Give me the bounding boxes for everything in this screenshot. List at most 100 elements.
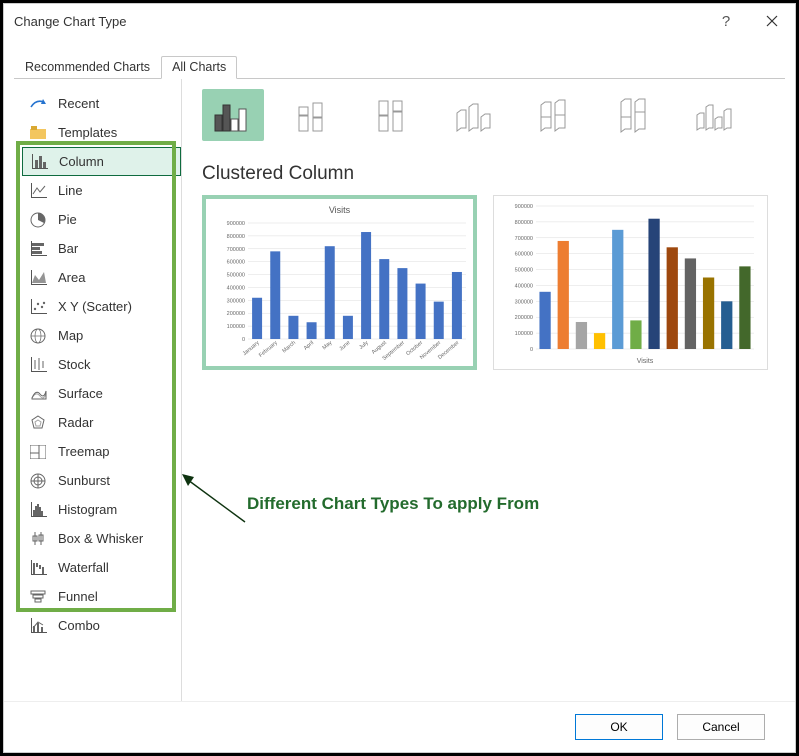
line-icon <box>28 181 48 201</box>
boxwhisker-icon <box>28 529 48 549</box>
svg-text:0: 0 <box>530 347 533 353</box>
waterfall-icon <box>28 558 48 578</box>
combo-icon <box>28 616 48 636</box>
sidebar-item-waterfall[interactable]: Waterfall <box>22 553 181 582</box>
area-icon <box>28 268 48 288</box>
histogram-icon <box>28 500 48 520</box>
sidebar-item-label: Line <box>58 183 83 198</box>
content-area: Different Chart Types To apply From Rece… <box>4 79 795 701</box>
subtype-3d-stacked-column[interactable] <box>522 89 584 141</box>
sidebar-item-label: Map <box>58 328 83 343</box>
pie-icon <box>28 210 48 230</box>
subtype-clustered-column[interactable] <box>202 89 264 141</box>
sidebar-item-recent[interactable]: Recent <box>22 89 181 118</box>
help-button[interactable]: ? <box>703 4 749 38</box>
svg-text:500000: 500000 <box>515 268 533 274</box>
close-button[interactable] <box>749 4 795 38</box>
sidebar-item-label: Pie <box>58 212 77 227</box>
svg-text:April: April <box>303 340 315 352</box>
sidebar-item-label: Box & Whisker <box>58 531 143 546</box>
subtype-100-stacked-column[interactable] <box>362 89 424 141</box>
cancel-button[interactable]: Cancel <box>677 714 765 740</box>
ok-button[interactable]: OK <box>575 714 663 740</box>
sidebar-item-stock[interactable]: Stock <box>22 350 181 379</box>
sidebar-item-label: Recent <box>58 96 99 111</box>
sidebar-item-map[interactable]: Map <box>22 321 181 350</box>
sidebar-item-area[interactable]: Area <box>22 263 181 292</box>
sidebar-item-label: Bar <box>58 241 78 256</box>
templates-icon <box>28 123 48 143</box>
svg-text:300000: 300000 <box>227 298 245 304</box>
subtype-thumbs <box>202 89 775 141</box>
sidebar-item-label: Funnel <box>58 589 98 604</box>
sidebar-item-sunburst[interactable]: Sunburst <box>22 466 181 495</box>
svg-text:700000: 700000 <box>227 247 245 253</box>
svg-text:0: 0 <box>242 337 245 343</box>
footer: OK Cancel <box>4 701 795 752</box>
preview1-title: Visits <box>212 205 467 215</box>
sidebar-item-bar[interactable]: Bar <box>22 234 181 263</box>
subtype-3d-column[interactable] <box>682 89 744 141</box>
sidebar-item-label: X Y (Scatter) <box>58 299 132 314</box>
close-icon <box>766 15 778 27</box>
sidebar-item-radar[interactable]: Radar <box>22 408 181 437</box>
chart-types-sidebar: Recent Templates Column Line Pie Bar Are… <box>4 79 182 701</box>
svg-text:200000: 200000 <box>515 315 533 321</box>
sidebar-item-histogram[interactable]: Histogram <box>22 495 181 524</box>
sidebar-item-label: Sunburst <box>58 473 110 488</box>
subtype-3d-100-stacked-column[interactable] <box>602 89 664 141</box>
preview-row: Visits 0 100000 200000 300000 400000 500000 60… <box>202 195 775 370</box>
svg-text:800000: 800000 <box>227 234 245 240</box>
column-icon <box>29 152 49 172</box>
sidebar-item-templates[interactable]: Templates <box>22 118 181 147</box>
sidebar-item-surface[interactable]: Surface <box>22 379 181 408</box>
sidebar-item-label: Combo <box>58 618 100 633</box>
surface-icon <box>28 384 48 404</box>
svg-text:900000: 900000 <box>227 221 245 227</box>
sidebar-item-treemap[interactable]: Treemap <box>22 437 181 466</box>
sidebar-item-line[interactable]: Line <box>22 176 181 205</box>
svg-text:100000: 100000 <box>515 331 533 337</box>
sidebar-item-label: Treemap <box>58 444 110 459</box>
sidebar-item-pie[interactable]: Pie <box>22 205 181 234</box>
svg-text:February: February <box>258 340 279 359</box>
svg-text:400000: 400000 <box>515 283 533 289</box>
preview2-chart-icon: 0100000200000300000400000500000600000700… <box>500 202 758 367</box>
sidebar-item-scatter[interactable]: X Y (Scatter) <box>22 292 181 321</box>
subtype-3d-clustered-column[interactable] <box>442 89 504 141</box>
main-panel: Clustered Column Visits 0100000200000300… <box>182 79 795 701</box>
map-icon <box>28 326 48 346</box>
sidebar-item-funnel[interactable]: Funnel <box>22 582 181 611</box>
svg-text:600000: 600000 <box>515 252 533 258</box>
tab-strip: Recommended Charts All Charts <box>14 56 785 79</box>
sidebar-item-label: Area <box>58 270 85 285</box>
svg-text:Visits: Visits <box>637 358 654 365</box>
funnel-icon <box>28 587 48 607</box>
sidebar-item-label: Surface <box>58 386 103 401</box>
bar-icon <box>28 239 48 259</box>
sidebar-item-label: Templates <box>58 125 117 140</box>
tab-all-charts[interactable]: All Charts <box>161 56 237 79</box>
change-chart-type-dialog: Change Chart Type ? Recommended Charts A… <box>3 3 796 753</box>
sidebar-item-column[interactable]: Column <box>22 147 181 176</box>
preview-chart-2[interactable]: 0100000200000300000400000500000600000700… <box>493 195 768 370</box>
preview-chart-1[interactable]: Visits 010000020000030000040000050000060… <box>202 195 477 370</box>
svg-text:100000: 100000 <box>227 324 245 330</box>
svg-text:500000: 500000 <box>227 273 245 279</box>
subtype-stacked-column[interactable] <box>282 89 344 141</box>
sidebar-item-label: Waterfall <box>58 560 109 575</box>
sidebar-item-label: Stock <box>58 357 91 372</box>
sunburst-icon <box>28 471 48 491</box>
sidebar-item-label: Column <box>59 154 104 169</box>
stock-icon <box>28 355 48 375</box>
dialog-title: Change Chart Type <box>14 14 703 29</box>
svg-text:600000: 600000 <box>227 260 245 266</box>
radar-icon <box>28 413 48 433</box>
preview1-chart-icon: 0100000200000300000400000500000600000700… <box>212 219 470 367</box>
svg-text:300000: 300000 <box>515 299 533 305</box>
svg-text:March: March <box>281 340 297 354</box>
tab-recommended[interactable]: Recommended Charts <box>14 56 161 79</box>
sidebar-item-boxwhisker[interactable]: Box & Whisker <box>22 524 181 553</box>
svg-text:June: June <box>338 340 351 352</box>
sidebar-item-combo[interactable]: Combo <box>22 611 181 640</box>
